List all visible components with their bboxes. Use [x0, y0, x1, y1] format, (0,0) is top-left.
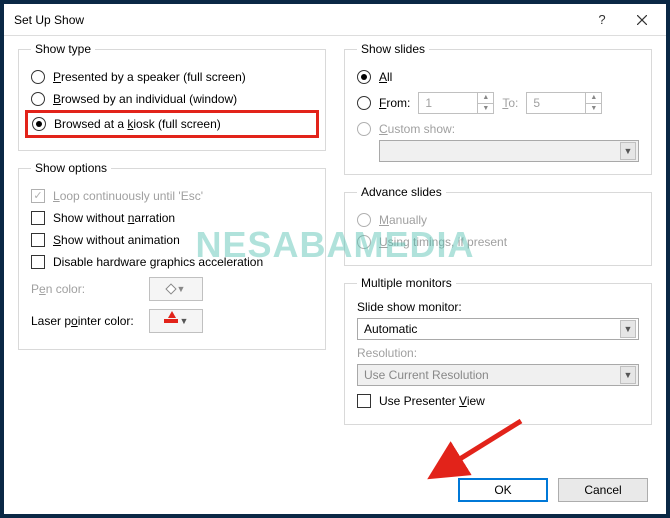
chevron-down-icon: ▼: [620, 142, 636, 160]
pen-color-picker: ▼: [149, 277, 203, 301]
checkbox-no-animation[interactable]: Show without animation: [31, 229, 313, 251]
radio-advance-timings: Using timings, if present: [357, 231, 639, 253]
group-advance-slides: Advance slides Manually Using timings, i…: [344, 185, 652, 266]
spinner-arrows: ▲▼: [585, 93, 601, 113]
checkbox-presenter-view[interactable]: Use Presenter View: [357, 390, 639, 412]
radio-icon: [357, 213, 371, 227]
checkbox-icon: [31, 211, 45, 225]
checkbox-disable-hw-graphics[interactable]: Disable hardware graphics acceleration: [31, 251, 313, 273]
group-multiple-monitors-legend: Multiple monitors: [357, 276, 456, 290]
checkbox-label: Disable hardware graphics acceleration: [53, 255, 263, 269]
resolution-value: Use Current Resolution: [364, 368, 489, 382]
resolution-combo: Use Current Resolution ▼: [357, 364, 639, 386]
radio-label: Custom show:: [379, 122, 455, 136]
chevron-down-icon: ▼: [177, 284, 186, 294]
titlebar: Set Up Show ?: [4, 4, 666, 36]
group-show-options-legend: Show options: [31, 161, 111, 175]
radio-label: From:: [379, 96, 410, 110]
checkbox-loop: ✓ Loop continuously until 'Esc': [31, 185, 313, 207]
checkbox-icon: [31, 255, 45, 269]
radio-icon: [357, 70, 371, 84]
dialog-title: Set Up Show: [14, 13, 582, 27]
radio-label: Browsed by an individual (window): [53, 92, 237, 106]
checkbox-label: Show without animation: [53, 233, 180, 247]
arrow-up-icon: ▲: [478, 93, 493, 104]
to-value: 5: [527, 96, 585, 110]
group-show-slides: Show slides All From: 1 ▲▼ To:: [344, 42, 652, 175]
group-show-type: Show type Presented by a speaker (full s…: [18, 42, 326, 151]
radio-slides-from[interactable]: [357, 96, 371, 110]
from-to-inputs: 1 ▲▼ To: 5 ▲▼: [418, 92, 602, 114]
radio-label: Using timings, if present: [379, 235, 507, 249]
close-icon: [637, 15, 647, 25]
custom-show-combo: ▼: [379, 140, 639, 162]
laser-color-swatch-icon: [164, 319, 178, 323]
arrow-up-icon: ▲: [586, 93, 601, 104]
radio-browsed-individual[interactable]: Browsed by an individual (window): [31, 88, 313, 110]
from-value: 1: [419, 96, 477, 110]
laser-color-label: Laser pointer color:: [31, 314, 141, 328]
monitor-combo[interactable]: Automatic ▼: [357, 318, 639, 340]
checkbox-label: Loop continuously until 'Esc': [53, 189, 203, 203]
group-show-type-legend: Show type: [31, 42, 95, 56]
chevron-down-icon: ▼: [620, 320, 636, 338]
checkbox-icon: [357, 394, 371, 408]
checkbox-no-narration[interactable]: Show without narration: [31, 207, 313, 229]
from-spinner[interactable]: 1 ▲▼: [418, 92, 494, 114]
monitor-value: Automatic: [364, 322, 417, 336]
radio-icon: [31, 92, 45, 106]
dialog-window: Set Up Show ? Show type Presented by a s…: [0, 0, 670, 518]
pen-color-swatch-icon: [165, 283, 176, 294]
checkbox-label: Show without narration: [53, 211, 175, 225]
group-show-options: Show options ✓ Loop continuously until '…: [18, 161, 326, 350]
resolution-label: Resolution:: [357, 346, 639, 364]
highlight-annotation: Browsed at a kiosk (full screen): [25, 110, 319, 138]
cancel-button[interactable]: Cancel: [558, 478, 648, 502]
radio-icon: [31, 70, 45, 84]
radio-icon: [32, 117, 46, 131]
left-column: Show type Presented by a speaker (full s…: [18, 42, 326, 435]
checkbox-label: Use Presenter View: [379, 394, 485, 408]
group-show-slides-legend: Show slides: [357, 42, 429, 56]
dialog-content: Show type Presented by a speaker (full s…: [4, 36, 666, 435]
close-button[interactable]: [622, 6, 662, 34]
radio-presented-by-speaker[interactable]: Presented by a speaker (full screen): [31, 66, 313, 88]
radio-browsed-kiosk[interactable]: Browsed at a kiosk (full screen): [32, 115, 221, 133]
radio-label: Presented by a speaker (full screen): [53, 70, 246, 84]
radio-advance-manual: Manually: [357, 209, 639, 231]
to-label: To:: [502, 96, 518, 110]
arrow-down-icon: ▼: [586, 104, 601, 114]
laser-color-row: Laser pointer color: ▼: [31, 305, 313, 337]
chevron-down-icon: ▼: [620, 366, 636, 384]
radio-label: Manually: [379, 213, 427, 227]
monitor-label: Slide show monitor:: [357, 300, 639, 318]
radio-label: Browsed at a kiosk (full screen): [54, 117, 221, 131]
arrow-down-icon: ▼: [478, 104, 493, 114]
radio-slides-all[interactable]: All: [357, 66, 639, 88]
pen-color-row: Pen color: ▼: [31, 273, 313, 305]
laser-color-picker[interactable]: ▼: [149, 309, 203, 333]
checkbox-icon: [31, 233, 45, 247]
radio-custom-show: Custom show:: [357, 118, 639, 140]
radio-icon: [357, 122, 371, 136]
dialog-footer: OK Cancel: [458, 478, 648, 502]
radio-slides-from-row: From: 1 ▲▼ To: 5 ▲▼: [357, 88, 639, 118]
radio-icon: [357, 235, 371, 249]
checkbox-icon: ✓: [31, 189, 45, 203]
ok-button[interactable]: OK: [458, 478, 548, 502]
to-spinner[interactable]: 5 ▲▼: [526, 92, 602, 114]
spinner-arrows: ▲▼: [477, 93, 493, 113]
chevron-down-icon: ▼: [180, 316, 189, 326]
group-multiple-monitors: Multiple monitors Slide show monitor: Au…: [344, 276, 652, 425]
right-column: Show slides All From: 1 ▲▼ To:: [344, 42, 652, 435]
pen-color-label: Pen color:: [31, 282, 141, 296]
help-button[interactable]: ?: [582, 6, 622, 34]
group-advance-slides-legend: Advance slides: [357, 185, 446, 199]
radio-label: All: [379, 70, 392, 84]
